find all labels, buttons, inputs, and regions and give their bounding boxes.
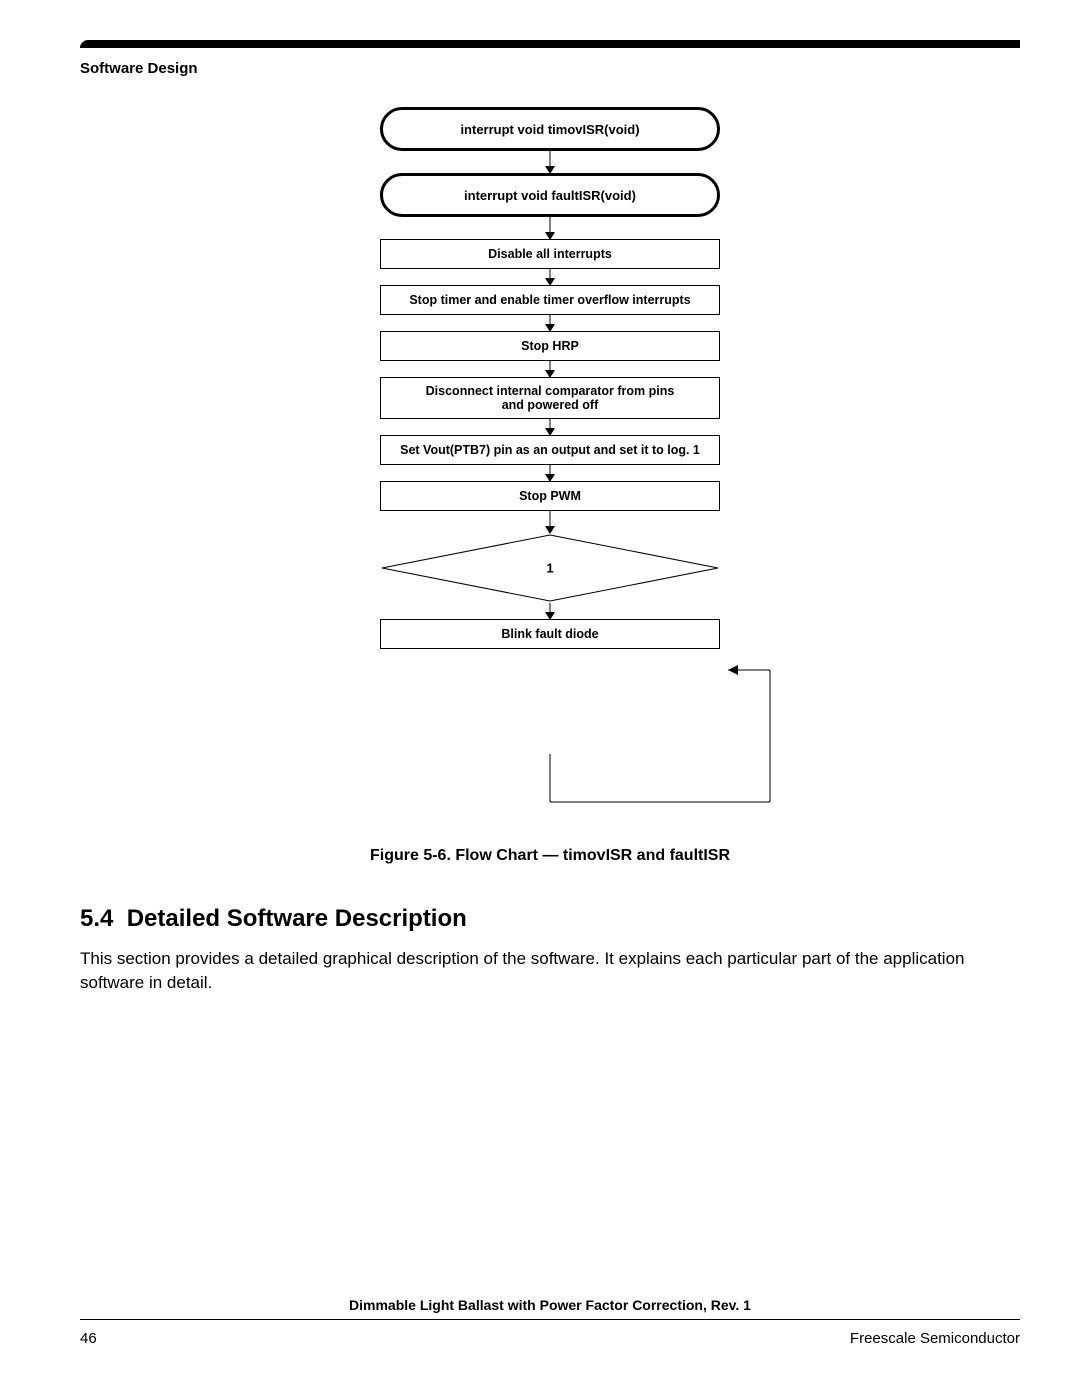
figure-caption: Figure 5-6. Flow Chart — timovISR and fa… (80, 847, 1020, 865)
process-label: Stop timer and enable timer overflow int… (409, 293, 690, 307)
flowchart: interrupt void timovISR(void) interrupt … (230, 107, 870, 837)
process-label: and powered off (426, 398, 675, 412)
process-stop-pwm: Stop PWM (380, 481, 720, 511)
running-header: Software Design (80, 60, 1020, 77)
process-disconnect-comparator: Disconnect internal comparator from pins… (380, 377, 720, 419)
section-body: This section provides a detailed graphic… (80, 947, 1020, 995)
header-rule (80, 40, 1020, 48)
process-label: Blink fault diode (501, 627, 598, 641)
process-label: Disable all interrupts (488, 247, 612, 261)
section-number: 5.4 (80, 905, 113, 932)
process-stop-timer: Stop timer and enable timer overflow int… (380, 285, 720, 315)
process-label: Disconnect internal comparator from pins (426, 384, 675, 398)
footer-company: Freescale Semiconductor (850, 1330, 1020, 1347)
terminal-timovISR: interrupt void timovISR(void) (380, 107, 720, 151)
page-footer: Dimmable Light Ballast with Power Factor… (80, 1297, 1020, 1347)
footer-doc-title: Dimmable Light Ballast with Power Factor… (80, 1297, 1020, 1313)
page-number: 46 (80, 1330, 97, 1347)
process-set-vout: Set Vout(PTB7) pin as an output and set … (380, 435, 720, 465)
section-heading: 5.4 Detailed Software Description (80, 905, 1020, 933)
terminal-faultISR: interrupt void faultISR(void) (380, 173, 720, 217)
process-disable-interrupts: Disable all interrupts (380, 239, 720, 269)
process-label: Set Vout(PTB7) pin as an output and set … (400, 443, 700, 457)
section-title-text: Detailed Software Description (127, 905, 467, 932)
process-blink-fault: Blink fault diode (380, 619, 720, 649)
decision-label: 1 (546, 561, 553, 576)
process-stop-hrp: Stop HRP (380, 331, 720, 361)
terminal-label: interrupt void timovISR(void) (460, 122, 639, 137)
process-label: Stop HRP (521, 339, 579, 353)
decision-loop: 1 (380, 533, 720, 603)
process-label: Stop PWM (519, 489, 581, 503)
footer-rule (80, 1319, 1020, 1320)
terminal-label: interrupt void faultISR(void) (464, 188, 636, 203)
